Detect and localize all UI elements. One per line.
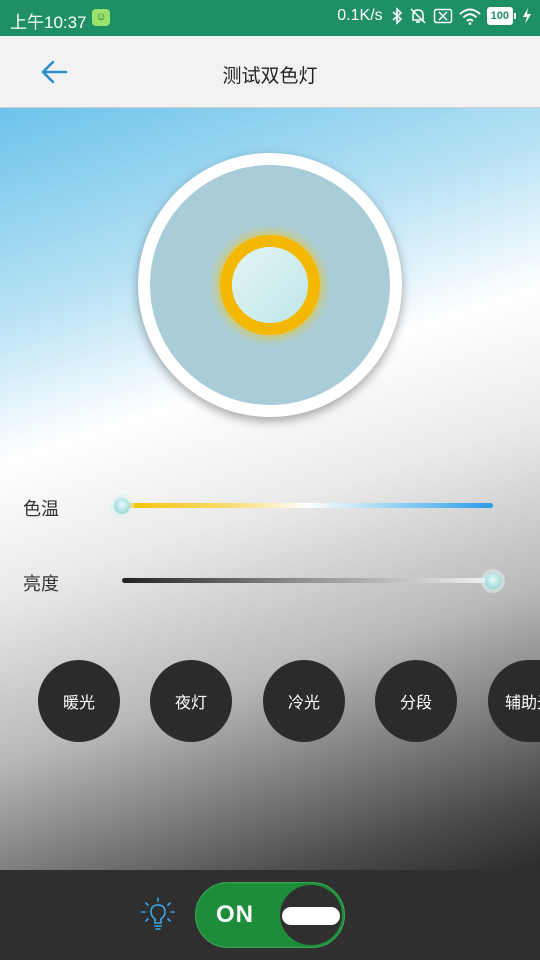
brightness-slider[interactable] — [122, 578, 493, 583]
net-speed: 0.1K/s — [337, 7, 383, 24]
light-ring — [220, 235, 320, 335]
power-state-label: ON — [216, 901, 254, 928]
bluetooth-icon — [391, 7, 403, 25]
sim-off-icon — [433, 8, 453, 24]
power-toggle[interactable]: ON — [195, 882, 345, 948]
mode-label: 暖光 — [62, 693, 95, 712]
color-temp-label: 色温 — [23, 499, 59, 520]
page-title: 测试双色灯 — [222, 65, 318, 87]
battery-level: 100 — [486, 7, 513, 25]
mode-button-segment[interactable]: 分段 — [375, 660, 457, 742]
status-time: 上午10:37 — [10, 13, 87, 32]
mode-label: 冷光 — [287, 693, 320, 712]
status-bar: 上午10:37 ☺ 0.1K/s 100 — [0, 0, 540, 36]
lightbulb-icon — [140, 896, 176, 934]
bolt-icon — [522, 8, 532, 24]
mode-label: 夜灯 — [174, 693, 207, 712]
bell-off-icon — [409, 7, 427, 25]
mode-button-auxiliary[interactable]: 辅助光 — [488, 660, 540, 742]
mode-button-warm[interactable]: 暖光 — [38, 660, 120, 742]
brightness-label: 亮度 — [23, 574, 59, 595]
power-toggle-bar — [282, 907, 340, 925]
wifi-icon — [458, 8, 481, 25]
light-core — [232, 247, 308, 323]
mode-selector: 暖光 夜灯 冷光 分段 辅助光 — [0, 660, 540, 744]
app-notification-icon: ☺ — [92, 9, 110, 26]
color-temp-slider[interactable] — [122, 503, 493, 508]
mode-label: 分段 — [399, 693, 432, 712]
battery-indicator: 100 — [486, 7, 516, 25]
mode-button-cold[interactable]: 冷光 — [263, 660, 345, 742]
color-preview-dial — [138, 153, 402, 417]
mode-label: 辅助光 — [505, 693, 540, 712]
brightness-slider-thumb[interactable] — [485, 572, 501, 589]
light-control-panel: 色温 亮度 暖光 夜灯 冷光 分段 辅助光 — [0, 108, 540, 870]
dial-face — [150, 165, 390, 405]
app-bar: 测试双色灯 — [0, 36, 540, 108]
mode-button-night[interactable]: 夜灯 — [150, 660, 232, 742]
color-temp-slider-thumb[interactable] — [114, 497, 130, 514]
bottom-bar: ON — [0, 870, 540, 960]
status-icons: 0.1K/s 100 — [337, 7, 532, 25]
